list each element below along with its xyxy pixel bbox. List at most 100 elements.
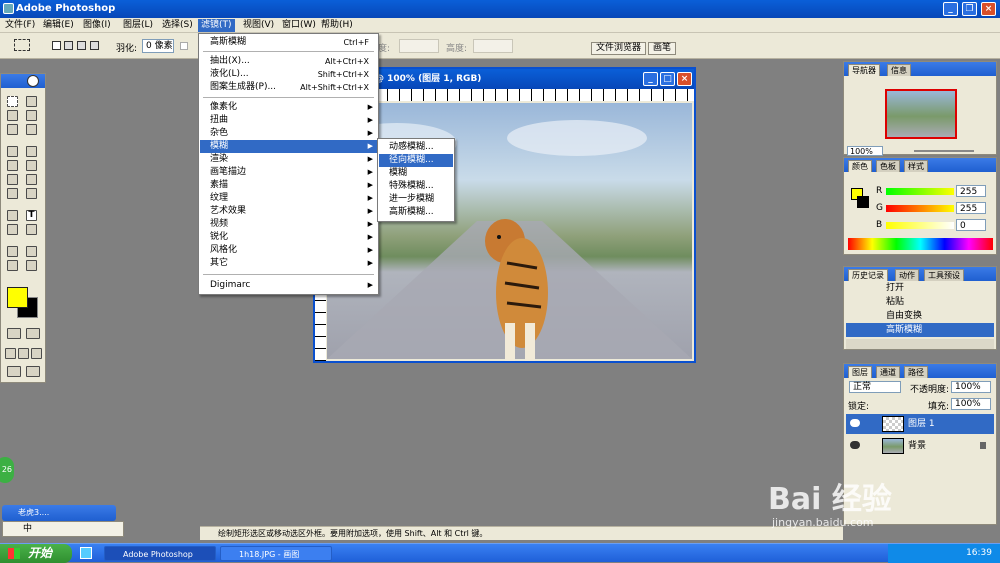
hand-tool-icon[interactable] — [7, 260, 18, 271]
filter-brush-strokes[interactable]: 画笔描边 ▶ — [200, 166, 377, 179]
blur-motion[interactable]: 动感模糊... — [379, 141, 453, 154]
pen-tool-icon[interactable] — [7, 224, 18, 235]
layer-row-selected[interactable]: 图层 1 — [846, 414, 994, 434]
close-button[interactable]: × — [981, 2, 996, 16]
healing-brush-icon[interactable] — [7, 146, 18, 157]
screen-mode-2-icon[interactable] — [18, 348, 29, 359]
history-item[interactable]: 打开 — [846, 281, 994, 295]
navigator-zoom-field[interactable]: 100% — [847, 146, 883, 156]
filter-distort[interactable]: 扭曲 ▶ — [200, 114, 377, 127]
filter-last-gaussian[interactable]: 高斯模糊 Ctrl+F — [200, 36, 377, 49]
filter-liquify[interactable]: 液化(L)... Shift+Ctrl+X — [200, 68, 377, 81]
foreground-color-swatch[interactable] — [7, 287, 28, 308]
blur-blur[interactable]: 模糊 — [379, 167, 453, 180]
tab-channels[interactable]: 通道 — [876, 366, 900, 378]
intersect-selection-icon[interactable] — [90, 41, 99, 50]
path-select-icon[interactable] — [7, 210, 18, 221]
b-input[interactable]: 0 — [956, 219, 986, 231]
standard-mode-icon[interactable] — [7, 328, 21, 339]
menu-edit[interactable]: 编辑(E) — [40, 19, 77, 32]
menu-file[interactable]: 文件(F) — [2, 19, 38, 32]
tab-layers[interactable]: 图层 — [848, 366, 872, 378]
blur-radial[interactable]: 径向模糊... — [379, 154, 453, 167]
filter-pixelate[interactable]: 像素化 ▶ — [200, 101, 377, 114]
opacity-input[interactable]: 100% — [951, 381, 991, 393]
zoom-tool-icon[interactable] — [26, 260, 37, 271]
history-brush-icon[interactable] — [26, 160, 37, 171]
tab-history[interactable]: 历史记录 — [848, 269, 888, 281]
doc-minimize-button[interactable]: _ — [643, 72, 658, 86]
filter-artistic[interactable]: 艺术效果 ▶ — [200, 205, 377, 218]
navigator-thumbnail[interactable] — [885, 89, 957, 139]
start-button[interactable]: 开始 — [0, 544, 72, 563]
filter-blur[interactable]: 模糊 ▶ — [200, 140, 377, 153]
eye-icon[interactable] — [850, 441, 860, 449]
tab-actions[interactable]: 动作 — [895, 269, 919, 281]
color-ramp[interactable] — [848, 238, 993, 250]
screen-mode-1-icon[interactable] — [5, 348, 16, 359]
add-selection-icon[interactable] — [64, 41, 73, 50]
menu-filter[interactable]: 滤镜(T) — [198, 19, 235, 32]
doc-maximize-button[interactable]: □ — [660, 72, 675, 86]
tab-paths[interactable]: 路径 — [904, 366, 928, 378]
filter-stylize[interactable]: 风格化 ▶ — [200, 244, 377, 257]
filter-pattern-maker[interactable]: 图案生成器(P)... Alt+Shift+Ctrl+X — [200, 81, 377, 94]
task-photoshop[interactable]: Adobe Photoshop — [104, 546, 216, 561]
filter-other[interactable]: 其它 ▶ — [200, 257, 377, 270]
file-browser-tab[interactable]: 文件浏览器 — [591, 42, 647, 55]
rect-marquee-tool-icon[interactable] — [7, 96, 18, 107]
fill-input[interactable]: 100% — [951, 398, 991, 410]
doc-close-button[interactable]: × — [677, 72, 692, 86]
slice-tool-icon[interactable] — [26, 124, 37, 135]
task-paint[interactable]: 1h18.JPG - 画图 — [220, 546, 332, 561]
gradient-tool-icon[interactable] — [26, 174, 37, 185]
blur-gaussian[interactable]: 高斯模糊... — [379, 206, 453, 219]
eyedropper-icon[interactable] — [26, 246, 37, 257]
navigator-zoom-slider[interactable] — [914, 150, 974, 152]
menu-layer[interactable]: 图层(L) — [120, 19, 156, 32]
filter-sharpen[interactable]: 锐化 ▶ — [200, 231, 377, 244]
ime-window[interactable]: 老虎3.... — [2, 505, 116, 521]
tab-navigator[interactable]: 导航器 — [848, 64, 880, 76]
filter-video[interactable]: 视频 ▶ — [200, 218, 377, 231]
r-input[interactable]: 255 — [956, 185, 986, 197]
screen-mode-3-icon[interactable] — [31, 348, 42, 359]
jump-ir-icon[interactable] — [26, 366, 40, 377]
quicklaunch-icon[interactable] — [80, 547, 92, 559]
tab-swatches[interactable]: 色板 — [876, 160, 900, 172]
blur-tool-icon[interactable] — [7, 188, 18, 199]
g-slider[interactable] — [886, 205, 954, 212]
restore-button[interactable]: ❐ — [962, 2, 977, 16]
ime-mode[interactable]: 中 — [23, 524, 32, 534]
width-input[interactable] — [399, 39, 439, 53]
menu-image[interactable]: 图像(I) — [80, 19, 114, 32]
quickmask-mode-icon[interactable] — [26, 328, 40, 339]
eraser-tool-icon[interactable] — [7, 174, 18, 185]
filter-sketch[interactable]: 素描 ▶ — [200, 179, 377, 192]
filter-texture[interactable]: 纹理 ▶ — [200, 192, 377, 205]
type-tool-icon[interactable]: T — [26, 210, 37, 221]
history-item[interactable]: 粘贴 — [846, 295, 994, 309]
brushes-tab[interactable]: 画笔 — [648, 42, 677, 55]
dodge-tool-icon[interactable] — [26, 188, 37, 199]
magic-wand-icon[interactable] — [26, 110, 37, 121]
shape-tool-icon[interactable] — [26, 224, 37, 235]
tab-color[interactable]: 颜色 — [848, 160, 872, 172]
eye-icon[interactable] — [850, 419, 860, 427]
move-tool-icon[interactable] — [26, 96, 37, 107]
antialias-checkbox[interactable] — [180, 42, 188, 50]
jump-imageready-icon[interactable] — [7, 366, 21, 377]
history-item[interactable]: 自由变换 — [846, 309, 994, 323]
filter-extract[interactable]: 抽出(X)... Alt+Ctrl+X — [200, 55, 377, 68]
tab-tool-presets[interactable]: 工具预设 — [924, 269, 964, 281]
g-input[interactable]: 255 — [956, 202, 986, 214]
stamp-tool-icon[interactable] — [7, 160, 18, 171]
blur-more[interactable]: 进一步模糊 — [379, 193, 453, 206]
history-item-selected[interactable]: 高斯模糊 — [846, 323, 994, 337]
tab-info[interactable]: 信息 — [887, 64, 911, 76]
height-input[interactable] — [473, 39, 513, 53]
blend-mode-select[interactable]: 正常 — [849, 381, 901, 393]
r-slider[interactable] — [886, 188, 954, 195]
minimize-button[interactable]: _ — [943, 2, 958, 16]
subtract-selection-icon[interactable] — [77, 41, 86, 50]
